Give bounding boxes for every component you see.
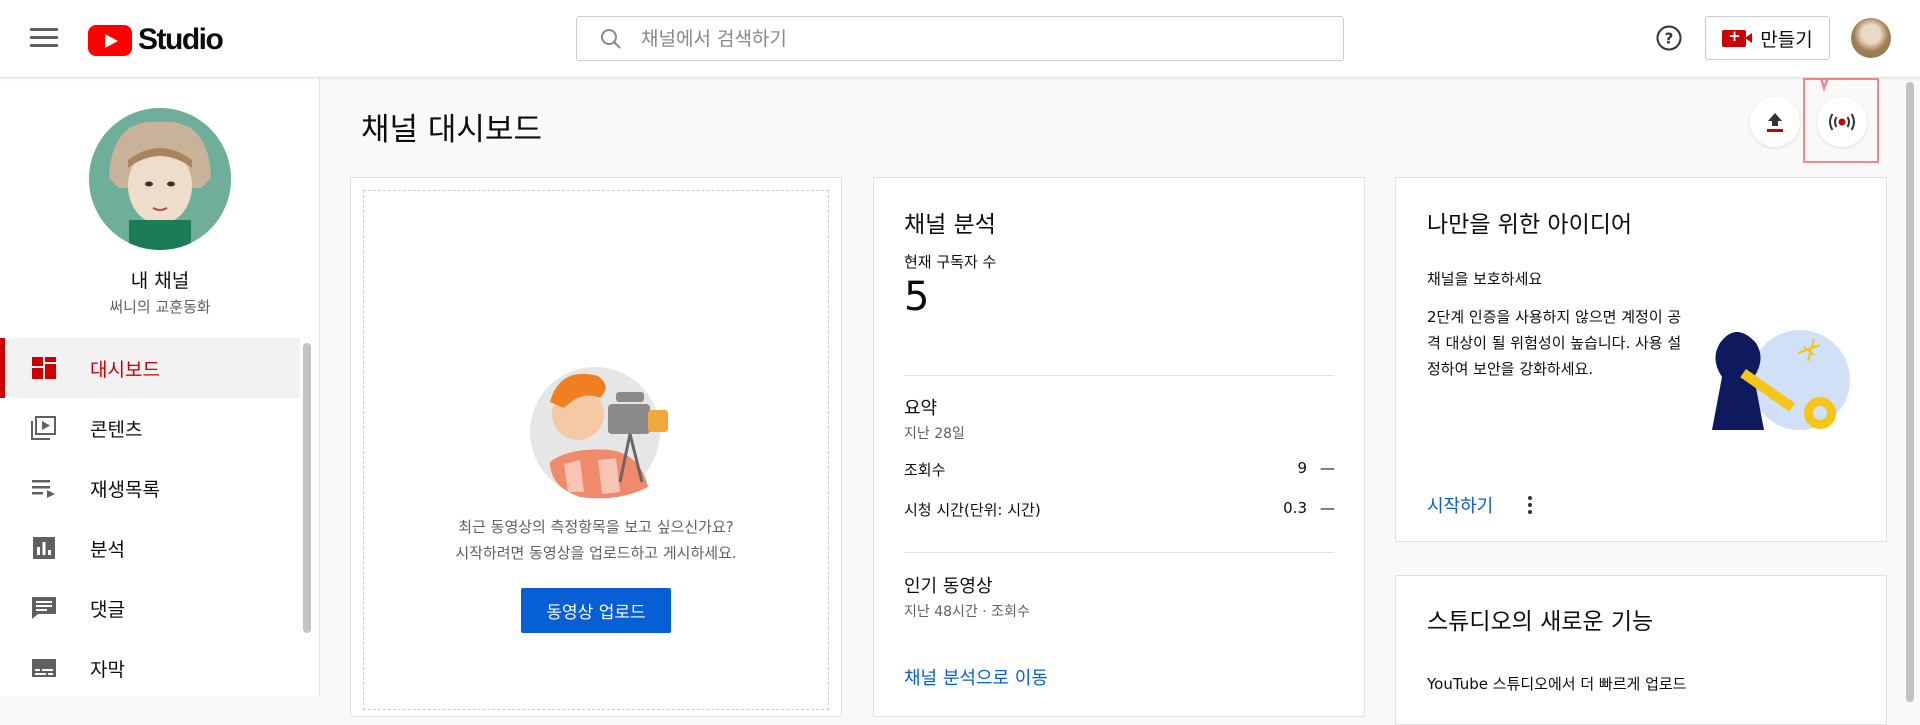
key-lock-illustration — [1712, 330, 1850, 430]
sidebar-item-content[interactable]: 콘텐츠 — [0, 398, 300, 458]
subscriber-count-label: 현재 구독자 수 — [904, 253, 997, 271]
watch-time-label: 시청 시간(단위: 시간) — [904, 501, 1041, 519]
upload-prompt-text: 최근 동영상의 측정항목을 보고 싶으신가요? 시작하려면 동영상을 업로드하고… — [363, 514, 829, 566]
sidebar-item-analytics[interactable]: 분석 — [0, 518, 300, 578]
channel-label: 내 채널 — [130, 270, 190, 292]
video-library-icon — [31, 416, 56, 440]
analytics-card-title: 채널 분석 — [904, 212, 996, 238]
top-videos-subtitle: 지난 48시간 · 조회수 — [904, 604, 1030, 620]
youtube-play-icon — [88, 24, 132, 56]
main-scrollbar[interactable] — [1906, 82, 1914, 702]
menu-icon[interactable] — [30, 28, 58, 48]
upload-video-cta-button[interactable]: 동영상 업로드 — [521, 588, 671, 633]
search-input[interactable] — [641, 27, 1241, 50]
subtitles-icon — [32, 659, 56, 677]
studio-logo[interactable]: Studio — [88, 22, 224, 58]
page-title: 채널 대시보드 — [361, 112, 542, 148]
sidebar-item-label: 자막 — [90, 658, 125, 681]
account-avatar[interactable] — [1851, 18, 1891, 58]
analytics-icon — [33, 537, 55, 559]
sidebar-item-label: 콘텐츠 — [90, 418, 143, 441]
top-bar: Studio ? 만들기 — [0, 0, 1920, 78]
search-icon — [601, 28, 621, 49]
divider — [904, 375, 1334, 376]
sidebar-item-comments[interactable]: 댓글 — [0, 578, 300, 638]
channel-avatar[interactable] — [89, 108, 231, 250]
sidebar-scrollbar[interactable] — [303, 343, 311, 633]
summary-title: 요약 — [904, 398, 938, 419]
sidebar-item-subtitles[interactable]: 자막 — [0, 638, 300, 698]
sidebar: 내 채널 써니의 교훈동화 대시보드 콘텐츠 재생목록 분석 댓글 자막 — [0, 78, 320, 697]
camera-person-illustration — [530, 367, 668, 499]
create-button-label: 만들기 — [1760, 28, 1813, 51]
go-to-analytics-link[interactable]: 채널 분석으로 이동 — [904, 664, 1048, 690]
sidebar-item-dashboard[interactable]: 대시보드 — [0, 338, 300, 398]
sidebar-item-label: 댓글 — [90, 598, 125, 621]
ideas-body: 2단계 인증을 사용하지 않으면 계정이 공격 대상이 될 위험성이 높습니다.… — [1427, 308, 1682, 378]
whats-new-item[interactable]: YouTube 스튜디오에서 더 빠르게 업로드 — [1427, 673, 1686, 694]
ideas-subtitle: 채널을 보호하세요 — [1427, 270, 1543, 288]
sidebar-item-label: 재생목록 — [90, 478, 160, 501]
views-value: 9 — [1297, 459, 1307, 477]
sidebar-item-label: 분석 — [90, 538, 125, 561]
get-started-link[interactable]: 시작하기 — [1427, 492, 1493, 518]
sidebar-item-playlists[interactable]: 재생목록 — [0, 458, 300, 518]
watch-time-trend: — — [1320, 499, 1335, 517]
upload-video-button[interactable] — [1750, 97, 1800, 147]
more-options-icon[interactable] — [1526, 495, 1534, 515]
summary-period: 지난 28일 — [904, 426, 965, 442]
upload-prompt-line1: 최근 동영상의 측정항목을 보고 싶으신가요? — [458, 518, 734, 536]
playlist-icon — [32, 480, 55, 498]
help-icon[interactable]: ? — [1655, 24, 1683, 52]
whats-new-title: 스튜디오의 새로운 기능 — [1427, 609, 1654, 635]
search-box[interactable] — [576, 16, 1344, 61]
channel-name: 써니의 교훈동화 — [109, 298, 211, 316]
subscriber-count-value: 5 — [904, 274, 930, 320]
views-trend: — — [1320, 459, 1335, 477]
top-videos-title: 인기 동영상 — [904, 576, 993, 597]
divider — [904, 552, 1334, 553]
watch-time-value: 0.3 — [1283, 499, 1307, 517]
whats-new-card — [1395, 575, 1887, 725]
ideas-card-title: 나만을 위한 아이디어 — [1427, 212, 1633, 238]
upload-prompt-line2: 시작하려면 동영상을 업로드하고 게시하세요. — [455, 544, 737, 562]
sidebar-item-label: 대시보드 — [90, 358, 160, 381]
upload-icon — [1767, 113, 1783, 132]
dashboard-icon — [32, 357, 56, 379]
comment-icon — [32, 597, 56, 619]
create-video-icon — [1722, 27, 1753, 47]
svg-text:?: ? — [1665, 30, 1674, 48]
views-label: 조회수 — [904, 461, 946, 479]
logo-text: Studio — [138, 23, 224, 56]
create-button[interactable]: 만들기 — [1705, 16, 1830, 60]
sidebar-nav: 대시보드 콘텐츠 재생목록 분석 댓글 자막 — [0, 338, 300, 698]
